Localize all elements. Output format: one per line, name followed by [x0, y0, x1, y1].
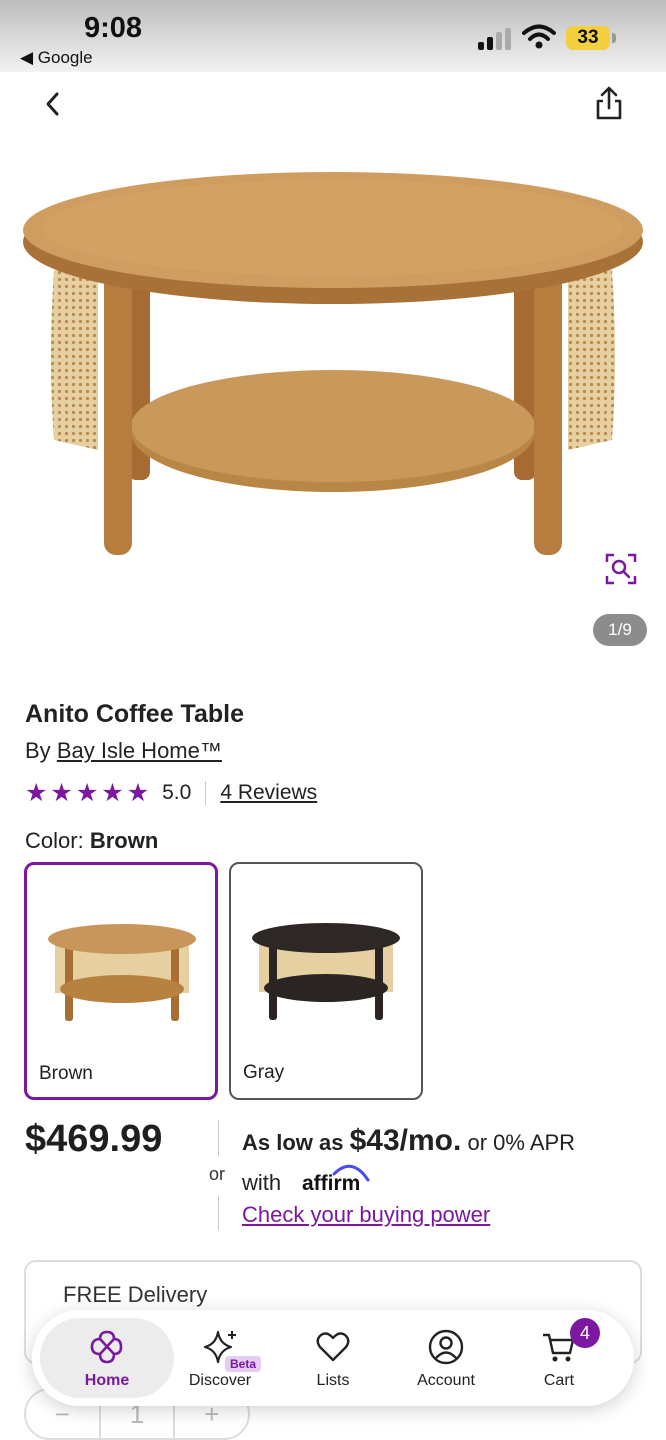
reviews-link[interactable]: 4 Reviews: [220, 781, 317, 805]
cart-count-badge: 4: [570, 1318, 600, 1348]
or-label: or: [209, 1164, 226, 1184]
tab-discover-label: Discover: [188, 1372, 252, 1389]
tab-home[interactable]: Home: [40, 1310, 174, 1406]
affirm-logo: affirm: [302, 1164, 370, 1195]
image-counter: 1/9: [593, 614, 647, 646]
financing-amount: $43/mo.: [349, 1124, 462, 1157]
price-divider: [218, 1196, 219, 1230]
heart-icon: [316, 1332, 350, 1362]
product-price: $469.99: [25, 1118, 163, 1160]
home-icon: [90, 1330, 123, 1364]
color-label: Color: Brown: [25, 828, 158, 854]
rating-value: 5.0: [162, 781, 192, 804]
by-prefix: By: [25, 738, 51, 763]
rating-row: ★ ★ ★ ★ ★ 5.0 4 Reviews: [25, 778, 317, 808]
back-to-google-link[interactable]: ◀ Google: [20, 48, 93, 68]
product-image[interactable]: [0, 150, 666, 580]
check-buying-power-link[interactable]: Check your buying power: [242, 1202, 490, 1228]
tab-account[interactable]: Account: [391, 1310, 501, 1406]
brand-link[interactable]: Bay Isle Home™: [57, 738, 222, 763]
battery-level: 33: [566, 26, 610, 50]
swatch-label: Brown: [39, 1063, 93, 1084]
price-divider: [218, 1120, 219, 1156]
wifi-icon: [522, 24, 556, 49]
bottom-tab-bar: Home Beta Discover Lists Account 4 Cart: [32, 1310, 634, 1406]
battery-icon: [612, 33, 616, 43]
color-label-prefix: Color:: [25, 828, 84, 853]
selected-color-name: Brown: [89, 828, 159, 853]
star-icon: ★: [25, 779, 48, 807]
financing-suffix: or 0% APR: [467, 1130, 576, 1155]
cellular-signal-icon: [478, 28, 514, 50]
star-icon: ★: [50, 779, 73, 807]
tab-discover[interactable]: Beta Discover: [165, 1310, 275, 1406]
status-bar: 9:08 ◀ Google 33: [0, 0, 666, 72]
rating-divider: [205, 781, 207, 805]
with-label: with: [242, 1170, 282, 1195]
financing-prefix: As low as: [242, 1130, 344, 1155]
tab-lists-label: Lists: [316, 1372, 350, 1389]
tab-home-label: Home: [84, 1372, 130, 1389]
financing-offer: As low as $43/mo. or 0% APR: [242, 1124, 575, 1158]
back-chevron-icon[interactable]: [38, 86, 72, 122]
zoom-search-icon[interactable]: [604, 552, 638, 586]
beta-badge: Beta: [225, 1356, 262, 1372]
color-swatch-brown[interactable]: Brown: [24, 862, 218, 1100]
swatch-label: Gray: [243, 1062, 285, 1083]
tab-lists[interactable]: Lists: [278, 1310, 388, 1406]
affirm-logo-text: affirm: [302, 1172, 360, 1195]
color-swatch-gray[interactable]: Gray: [229, 862, 423, 1100]
byline: By Bay Isle Home™: [25, 738, 222, 764]
star-icon: ★: [101, 779, 124, 807]
tab-cart[interactable]: 4 Cart: [504, 1310, 614, 1406]
tab-cart-label: Cart: [543, 1372, 575, 1389]
share-icon[interactable]: [592, 84, 626, 124]
swatch-brown-image: [48, 924, 196, 1021]
swatch-gray-image: [252, 923, 400, 1020]
account-icon: [428, 1329, 464, 1365]
star-icon: ★: [126, 779, 150, 807]
product-title: Anito Coffee Table: [25, 700, 244, 728]
star-icon: ★: [75, 779, 99, 807]
status-time: 9:08: [84, 12, 143, 44]
tab-account-label: Account: [417, 1372, 475, 1389]
delivery-label: FREE Delivery: [63, 1282, 208, 1307]
